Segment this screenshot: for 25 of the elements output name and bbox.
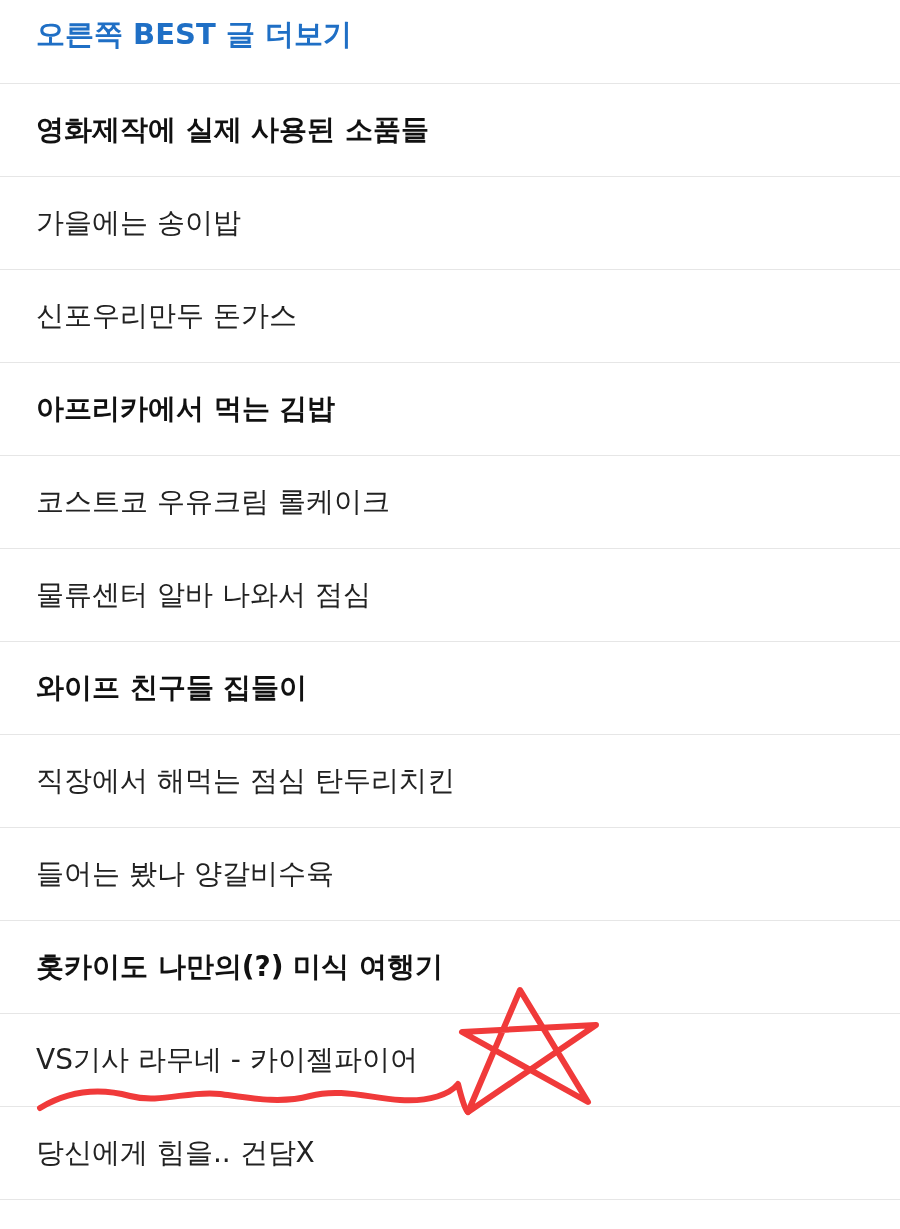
post-title: 직장에서 해먹는 점심 탄두리치킨 [36,763,455,799]
post-list-item[interactable]: 코스트코 우유크림 롤케이크 [0,456,900,549]
post-title: 코스트코 우유크림 롤케이크 [36,484,390,520]
post-list-item[interactable]: 와이프 친구들 집들이 [0,642,900,735]
post-list-item[interactable]: 아프리카에서 먹는 김밥 [0,363,900,456]
post-title: 아프리카에서 먹는 김밥 [36,391,336,427]
post-title: VS기사 라무네 - 카이젤파이어 [36,1042,418,1078]
post-title: 영화제작에 실제 사용된 소품들 [36,112,430,148]
post-title: 당신에게 힘을.. 건담X [36,1135,315,1171]
post-title: 홋카이도 나만의(?) 미식 여행기 [36,949,444,985]
post-list-item[interactable]: 영화제작에 실제 사용된 소품들 [0,84,900,177]
post-list-item[interactable]: 홋카이도 나만의(?) 미식 여행기 [0,921,900,1014]
post-list-item[interactable]: 신포우리만두 돈가스 [0,270,900,363]
post-title: 가을에는 송이밥 [36,205,241,241]
post-title: 와이프 친구들 집들이 [36,670,308,706]
post-list-item[interactable]: 직장에서 해먹는 점심 탄두리치킨 [0,735,900,828]
post-list-item[interactable]: 들어는 봤나 양갈비수육 [0,828,900,921]
post-title: 신포우리만두 돈가스 [36,298,297,334]
post-title: 물류센터 알바 나와서 점심 [36,577,371,613]
post-title: 들어는 봤나 양갈비수육 [36,856,334,892]
post-list-item[interactable]: 물류센터 알바 나와서 점심 [0,549,900,642]
more-best-posts-link[interactable]: 오른쪽 BEST 글 더보기 [36,14,352,69]
post-list-item[interactable]: 당신에게 힘을.. 건담X [0,1107,900,1200]
post-list-item[interactable]: VS기사 라무네 - 카이젤파이어 [0,1014,900,1107]
post-list-item[interactable]: 가을에는 송이밥 [0,177,900,270]
